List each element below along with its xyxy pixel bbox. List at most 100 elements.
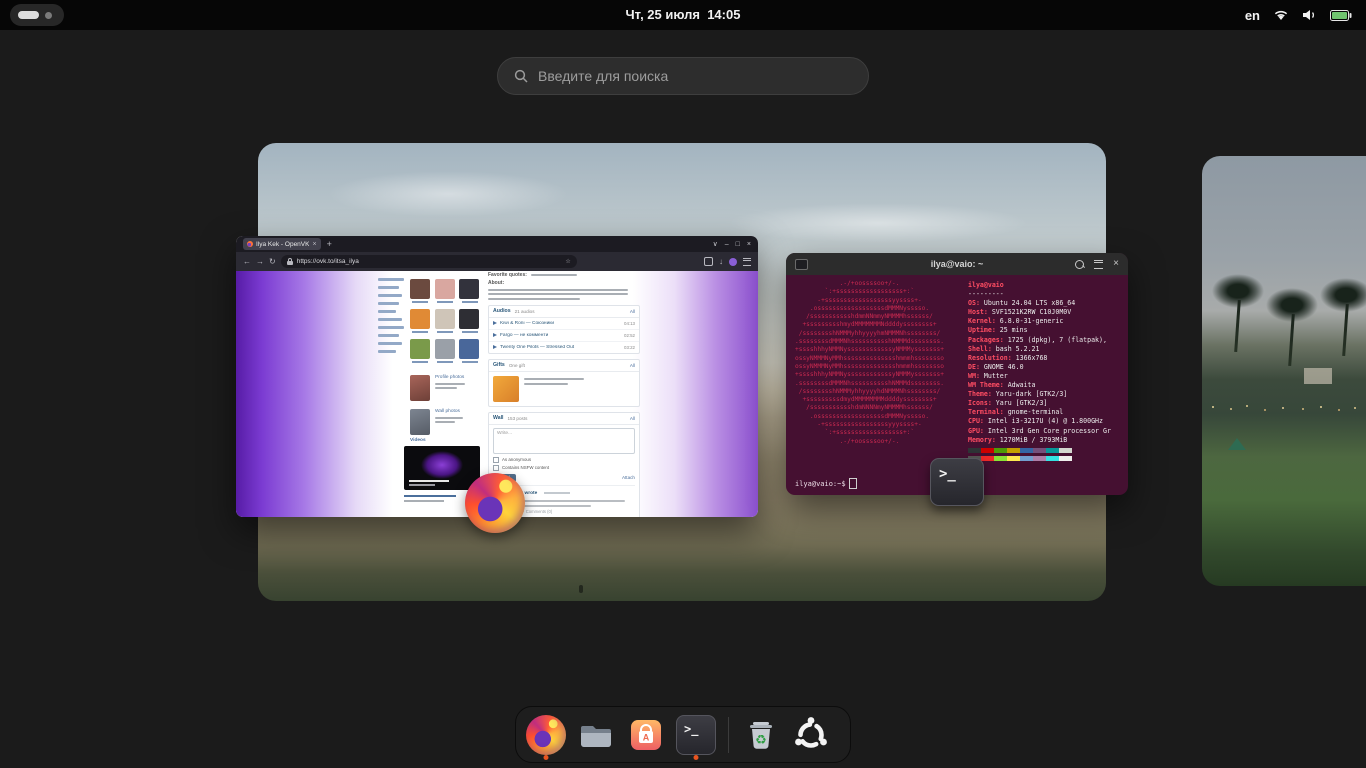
profile-photos-link[interactable]: Profile photos xyxy=(435,375,465,380)
friend-avatar[interactable] xyxy=(459,279,480,303)
terminal-app-icon-overlay[interactable]: >_ xyxy=(930,458,984,506)
checkbox-nsfw-label: Contains NSFW content xyxy=(502,465,549,470)
palette-swatch xyxy=(1033,456,1046,461)
neofetch-info-line: Resolution: 1366x768 xyxy=(968,354,1122,363)
post-time-placeholder xyxy=(544,492,570,494)
video-thumbnail[interactable] xyxy=(404,446,480,490)
dock-divider xyxy=(728,717,729,753)
dock-item-terminal[interactable]: >_ xyxy=(675,709,717,761)
checkbox-anonymous[interactable]: As anonymous xyxy=(493,457,635,463)
tent xyxy=(1228,438,1246,450)
system-status-area[interactable]: en xyxy=(1231,0,1366,30)
palette-swatch xyxy=(1020,448,1033,453)
friend-avatar[interactable] xyxy=(435,279,456,303)
workspace-thumbnail-adjacent[interactable] xyxy=(1202,156,1366,586)
app-center-icon: A xyxy=(626,715,666,755)
navbar-right-icons[interactable]: ↓ xyxy=(704,257,751,266)
show-apps-icon xyxy=(791,715,831,755)
tab-favicon-icon xyxy=(247,241,253,247)
terminal-prompt[interactable]: ilya@vaio:~$ xyxy=(795,478,857,489)
downloads-icon[interactable]: ↓ xyxy=(719,258,723,266)
profile-photo-thumb[interactable] xyxy=(410,375,430,401)
menu-item-placeholder xyxy=(378,286,399,289)
wall-photos-link[interactable]: Wall photos xyxy=(435,409,463,414)
minimize-icon[interactable]: – xyxy=(725,241,729,248)
friend-avatar[interactable] xyxy=(410,279,431,303)
checkbox-icon[interactable] xyxy=(493,457,499,463)
play-icon[interactable] xyxy=(493,333,497,337)
hamburger-menu-icon[interactable] xyxy=(743,258,751,266)
back-icon[interactable]: ← xyxy=(243,258,251,266)
gift-image[interactable] xyxy=(493,376,519,402)
wall-all-link[interactable]: All xyxy=(630,416,635,421)
close-icon[interactable]: × xyxy=(747,241,751,248)
page-nav-menu[interactable] xyxy=(378,278,404,353)
video-caption-placeholder xyxy=(404,495,456,497)
checkbox-icon[interactable] xyxy=(493,465,499,471)
forward-icon[interactable]: → xyxy=(256,258,264,266)
bookmark-star-icon[interactable]: ☆ xyxy=(565,258,570,265)
wall-photos-row[interactable]: Wall photos xyxy=(410,409,463,435)
account-avatar-icon[interactable] xyxy=(729,258,737,266)
gifts-count: One gift xyxy=(509,363,525,368)
firefox-navbar[interactable]: ← → ↻ https://ovk.to/itsa_ilya ☆ ↓ xyxy=(236,252,758,271)
videos-link[interactable]: Videos xyxy=(410,438,426,443)
wall-photo-thumb[interactable] xyxy=(410,409,430,435)
play-icon[interactable] xyxy=(493,345,497,349)
play-icon[interactable] xyxy=(493,321,497,325)
terminal-header-buttons[interactable]: × xyxy=(1075,259,1119,269)
neofetch-info-line: Uptime: 25 mins xyxy=(968,326,1122,335)
friend-avatar[interactable] xyxy=(410,339,431,363)
gifts-all-link[interactable]: All xyxy=(630,363,635,368)
friend-avatar[interactable] xyxy=(435,339,456,363)
palette-swatch xyxy=(1007,456,1020,461)
wall-title: Wall xyxy=(493,415,503,421)
dock-item-files[interactable] xyxy=(575,709,617,761)
dock-item-firefox[interactable] xyxy=(525,709,567,761)
keyboard-layout-indicator[interactable]: en xyxy=(1245,8,1260,23)
dock-item-trash[interactable]: ♻ xyxy=(740,709,782,761)
reload-icon[interactable]: ↻ xyxy=(269,258,276,266)
extensions-icon[interactable] xyxy=(704,257,713,266)
maximize-icon[interactable]: □ xyxy=(736,241,740,248)
attach-link[interactable]: Attach xyxy=(622,475,635,480)
svg-text:♻: ♻ xyxy=(755,733,767,748)
about-text-placeholder xyxy=(488,289,640,300)
new-tab-button[interactable]: + xyxy=(327,240,332,249)
dock-item-show-apps[interactable] xyxy=(790,709,832,761)
audio-item[interactable]: Kiwi & Roni — Союзники04:13 xyxy=(489,318,639,330)
terminal-close-icon[interactable]: × xyxy=(1113,259,1119,269)
browser-tab[interactable]: Ilya Kek - OpenVK × xyxy=(243,238,321,250)
audio-item[interactable]: Twenty One Pilots — Stressed Out03:22 xyxy=(489,342,639,353)
terminal-window-icon xyxy=(795,259,808,270)
friend-avatar[interactable] xyxy=(435,309,456,333)
profile-photos-row[interactable]: Profile photos xyxy=(410,375,465,401)
wall-post-input[interactable]: Write... xyxy=(493,428,635,454)
audio-item[interactable]: Fargo — не комменти02:52 xyxy=(489,330,639,342)
list-tabs-icon[interactable]: ∨ xyxy=(713,240,718,248)
terminal-titlebar[interactable]: ilya@vaio: ~ × xyxy=(786,253,1128,275)
dock-item-app-center[interactable]: A xyxy=(625,709,667,761)
terminal-menu-icon[interactable] xyxy=(1094,260,1103,269)
palm-tree-silhouette xyxy=(1212,274,1264,308)
terminal-search-icon[interactable] xyxy=(1075,260,1084,269)
text-placeholder xyxy=(435,387,457,389)
clock[interactable]: Чт, 25 июля 14:05 xyxy=(0,0,1366,30)
url-bar[interactable]: https://ovk.to/itsa_ilya ☆ xyxy=(281,255,577,268)
tab-close-icon[interactable]: × xyxy=(312,241,316,248)
friend-avatar[interactable] xyxy=(459,339,480,363)
menu-item-placeholder xyxy=(378,342,402,345)
firefox-app-icon-overlay[interactable] xyxy=(465,473,525,533)
checkbox-nsfw[interactable]: Contains NSFW content xyxy=(493,465,635,471)
palette-swatch xyxy=(1033,448,1046,453)
neofetch-info-line: Icons: Yaru [GTK2/3] xyxy=(968,399,1122,408)
menu-item-placeholder xyxy=(378,318,402,321)
url-text: https://ovk.to/itsa_ilya xyxy=(297,258,359,265)
audios-all-link[interactable]: All xyxy=(630,309,635,314)
friend-avatar[interactable] xyxy=(459,309,480,333)
window-controls[interactable]: ∨ – □ × xyxy=(713,240,751,248)
neofetch-info: ilya@vaio --------- OS: Ubuntu 24.04 LTS… xyxy=(968,281,1122,461)
friend-avatar[interactable] xyxy=(410,309,431,333)
search-input[interactable]: Введите для поиска xyxy=(497,57,869,95)
firefox-titlebar[interactable]: Ilya Kek - OpenVK × + ∨ – □ × xyxy=(236,236,758,252)
